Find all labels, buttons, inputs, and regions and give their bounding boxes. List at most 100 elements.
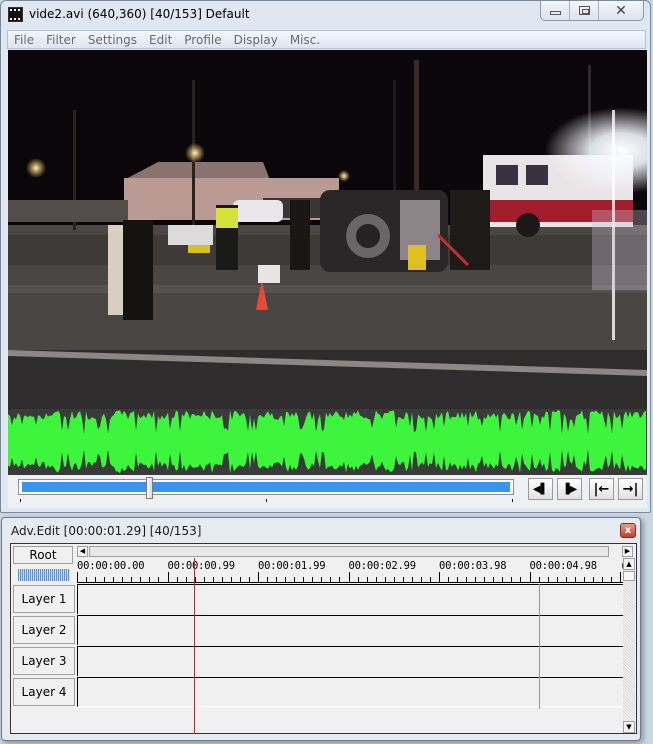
horizontal-scroll-track[interactable] bbox=[89, 546, 609, 557]
video-preview[interactable] bbox=[8, 50, 647, 409]
menu-misc[interactable]: Misc. bbox=[284, 33, 326, 47]
maximize-button[interactable] bbox=[570, 1, 599, 20]
ruler-tick bbox=[349, 572, 350, 582]
minimize-button[interactable] bbox=[541, 1, 570, 20]
seek-bar[interactable] bbox=[18, 477, 514, 499]
jump-start-button[interactable]: |← bbox=[589, 478, 614, 500]
menu-profile[interactable]: Profile bbox=[178, 33, 227, 47]
ruler-tick bbox=[186, 577, 187, 582]
ruler-tick bbox=[140, 577, 141, 582]
ruler-time-label: 00:00:04.98 bbox=[529, 560, 598, 572]
ruler-tick bbox=[466, 577, 467, 582]
layer-1-lane[interactable] bbox=[77, 584, 623, 614]
layer-4-lane[interactable] bbox=[77, 677, 623, 707]
ruler-tick bbox=[584, 577, 585, 582]
menu-settings[interactable]: Settings bbox=[82, 33, 143, 47]
ruler-tick bbox=[448, 577, 449, 582]
ruler-tick bbox=[502, 577, 503, 582]
end-marker-line bbox=[539, 584, 540, 709]
ruler-tick bbox=[376, 577, 377, 582]
ruler-tick bbox=[95, 577, 96, 582]
prev-frame-button[interactable]: ◀▌ bbox=[528, 478, 553, 500]
ruler-tick bbox=[231, 577, 232, 582]
layer-4-button[interactable]: Layer 4 bbox=[13, 678, 75, 706]
timeline-panel: Root ◀ ▶ 00:00:00.00 00:00:00.99 00:00:01.… bbox=[10, 543, 637, 734]
ruler-tick bbox=[620, 572, 621, 582]
ruler-tick bbox=[168, 572, 169, 582]
film-icon bbox=[8, 7, 23, 22]
ruler-tick bbox=[412, 577, 413, 582]
audio-waveform bbox=[8, 409, 647, 475]
ruler-tick bbox=[520, 577, 521, 582]
ruler-tick bbox=[403, 577, 404, 582]
scroll-up-arrow-icon[interactable]: ▲ bbox=[623, 558, 635, 570]
layer-1-button[interactable]: Layer 1 bbox=[13, 585, 75, 613]
ruler-tick bbox=[557, 577, 558, 582]
window-controls: ✕ bbox=[540, 1, 644, 21]
menu-edit[interactable]: Edit bbox=[143, 33, 178, 47]
root-button[interactable]: Root bbox=[13, 546, 73, 564]
ruler-tick bbox=[240, 577, 241, 582]
horizontal-scrollbar[interactable]: ◀ ▶ bbox=[77, 546, 633, 557]
ruler-tick bbox=[457, 577, 458, 582]
layer-3-button[interactable]: Layer 3 bbox=[13, 647, 75, 675]
ruler-tick bbox=[385, 577, 386, 582]
ruler-tick bbox=[86, 577, 87, 582]
seek-mid-tick bbox=[266, 499, 267, 502]
ruler-tick bbox=[276, 577, 277, 582]
menu-file[interactable]: File bbox=[8, 33, 40, 47]
playhead-cursor[interactable] bbox=[194, 558, 195, 734]
layer-3-lane[interactable] bbox=[77, 646, 623, 676]
main-window: vide2.avi (640,360) [40/153] Default ✕ F… bbox=[0, 0, 651, 513]
ruler-tick bbox=[548, 577, 549, 582]
close-icon: ✕ bbox=[615, 2, 627, 19]
seek-thumb[interactable] bbox=[146, 477, 153, 499]
ruler-tick bbox=[158, 577, 159, 582]
ruler-tick bbox=[421, 577, 422, 582]
layer-row: Layer 4 bbox=[11, 677, 623, 708]
ruler-tick bbox=[539, 577, 540, 582]
ruler-time-label: 00:00:02.99 bbox=[348, 560, 417, 572]
ruler-tick bbox=[358, 577, 359, 582]
ruler-tick bbox=[294, 577, 295, 582]
ruler-tick bbox=[439, 572, 440, 582]
layer-2-lane[interactable] bbox=[77, 615, 623, 645]
ruler-tick bbox=[484, 577, 485, 582]
layer-row: Layer 2 bbox=[11, 615, 623, 646]
vertical-scrollbar[interactable]: ▲ ▼ bbox=[623, 558, 635, 733]
vertical-scroll-thumb[interactable] bbox=[623, 571, 635, 581]
next-frame-button[interactable]: ▐▶ bbox=[557, 478, 582, 500]
ruler-time-label: 00:00:00.99 bbox=[167, 560, 236, 572]
ruler-tick bbox=[267, 577, 268, 582]
adv-edit-close-button[interactable]: x bbox=[620, 523, 636, 538]
menu-filter[interactable]: Filter bbox=[40, 33, 82, 47]
ruler-tick bbox=[303, 577, 304, 582]
ruler-tick bbox=[530, 572, 531, 582]
title-bar[interactable]: vide2.avi (640,360) [40/153] Default ✕ bbox=[1, 1, 650, 29]
scroll-down-arrow-icon[interactable]: ▼ bbox=[623, 721, 635, 733]
ruler-tick bbox=[149, 577, 150, 582]
ruler-baseline bbox=[77, 582, 623, 583]
video-frame bbox=[8, 50, 647, 409]
ruler-tick bbox=[104, 577, 105, 582]
scroll-right-arrow-icon[interactable]: ▶ bbox=[622, 546, 633, 557]
ruler-tick bbox=[204, 577, 205, 582]
ruler-tick bbox=[113, 577, 114, 582]
playback-controls: ◀▌ ▐▶ |← →| bbox=[8, 475, 647, 508]
adv-edit-window: Adv.Edit [00:00:01.29] [40/153] x Root ◀… bbox=[1, 517, 641, 741]
menu-display[interactable]: Display bbox=[228, 33, 284, 47]
seek-end-tick bbox=[512, 499, 513, 502]
ruler-tick bbox=[475, 577, 476, 582]
window-title: vide2.avi (640,360) [40/153] Default bbox=[29, 7, 250, 21]
close-button[interactable]: ✕ bbox=[599, 1, 643, 20]
time-ruler[interactable]: 00:00:00.00 00:00:00.99 00:00:01.99 00:00:0… bbox=[77, 558, 626, 584]
ruler-tick bbox=[77, 572, 78, 582]
layer-2-button[interactable]: Layer 2 bbox=[13, 616, 75, 644]
seek-bar-fill bbox=[22, 482, 510, 492]
close-icon: x bbox=[624, 525, 632, 536]
jump-end-button[interactable]: →| bbox=[618, 478, 643, 500]
layer-row: Layer 1 bbox=[11, 584, 623, 615]
ruler-tick bbox=[602, 577, 603, 582]
ruler-time-label: 00:00:03.98 bbox=[439, 560, 507, 572]
scroll-left-arrow-icon[interactable]: ◀ bbox=[77, 546, 88, 557]
